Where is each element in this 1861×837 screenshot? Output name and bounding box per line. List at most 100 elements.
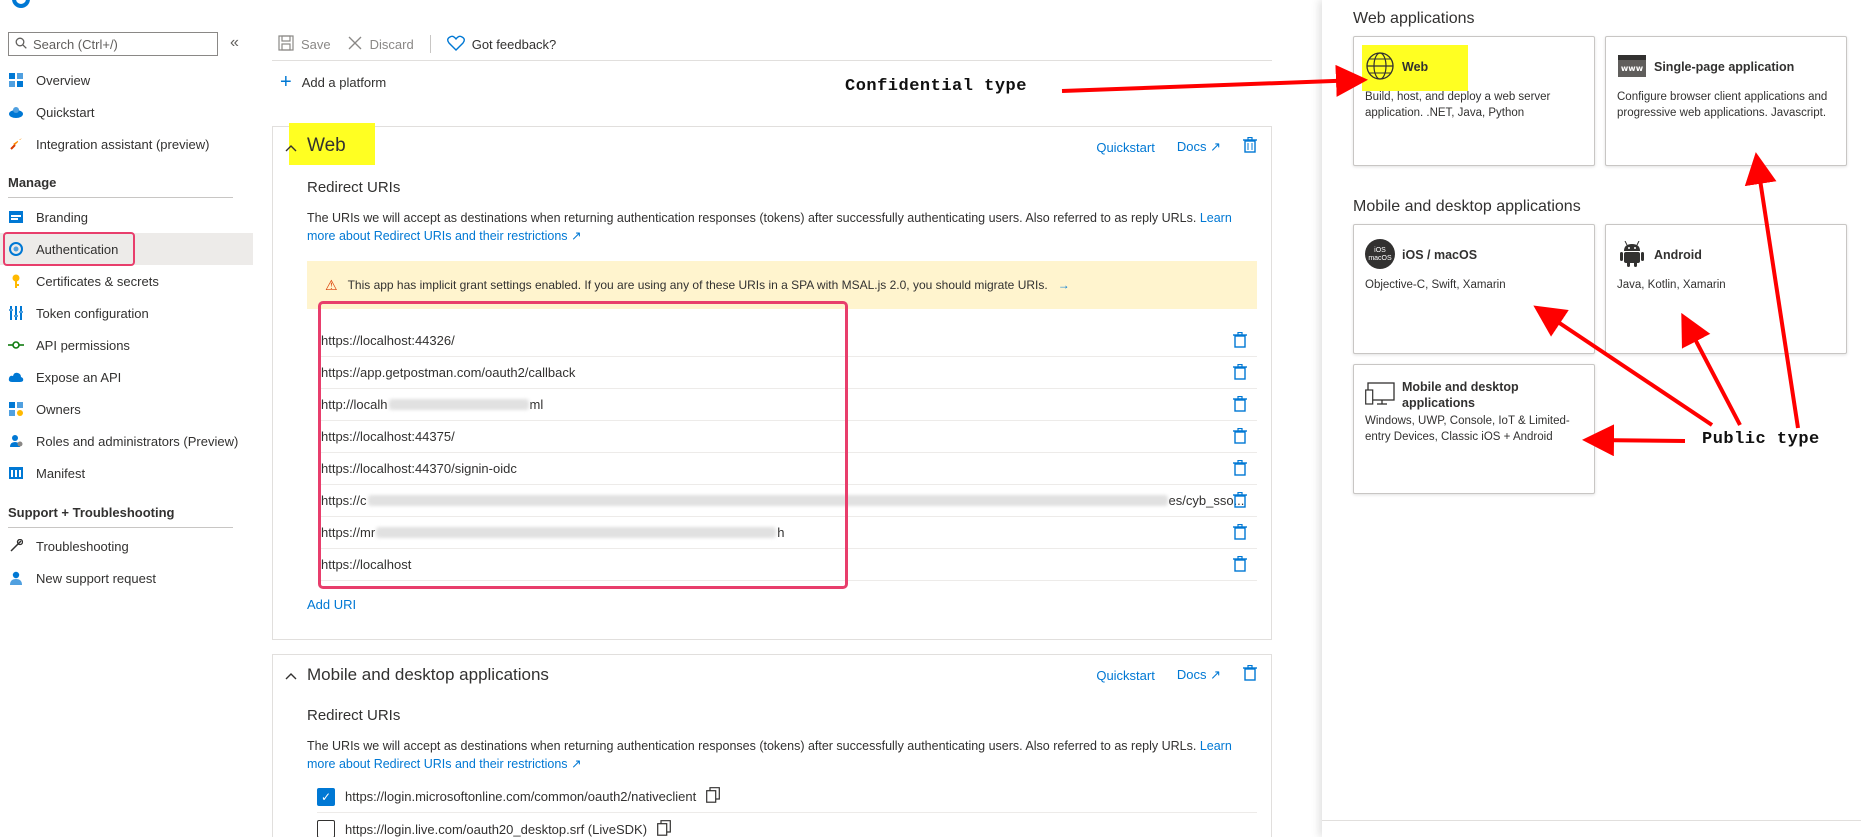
web-redirect-uris-title: Redirect URIs bbox=[307, 179, 401, 196]
platform-card-android[interactable]: Android Java, Kotlin, Xamarin bbox=[1605, 224, 1847, 354]
support-person-icon bbox=[8, 570, 24, 586]
platform-description: Windows, UWP, Console, IoT & Limited-ent… bbox=[1365, 415, 1570, 443]
permissions-icon bbox=[8, 337, 24, 353]
key-icon bbox=[8, 273, 24, 289]
sidebar-item-roles-administrators[interactable]: Roles and administrators (Preview) bbox=[0, 425, 253, 457]
feedback-label: Got feedback? bbox=[471, 36, 557, 52]
platform-card-ios-macos[interactable]: iOS macOS iOS / macOS Objective-C, Swift… bbox=[1353, 224, 1595, 354]
cloud-icon bbox=[8, 369, 24, 385]
rocket-icon bbox=[8, 136, 24, 152]
sidebar-item-label: Quickstart bbox=[36, 104, 95, 120]
wrench-icon bbox=[8, 538, 24, 554]
delete-uri-icon[interactable] bbox=[1233, 555, 1247, 576]
web-quickstart-link[interactable]: Quickstart bbox=[1096, 140, 1155, 155]
suggested-uri-row[interactable]: https://login.live.com/oauth20_desktop.s… bbox=[317, 813, 1257, 837]
plus-icon: + bbox=[280, 71, 292, 93]
delete-uri-icon[interactable] bbox=[1233, 491, 1247, 512]
collapse-nav-icon[interactable]: « bbox=[230, 34, 239, 52]
checkbox-unchecked[interactable] bbox=[317, 820, 335, 837]
mobile-desktop-heading: Mobile and desktop applications bbox=[1353, 198, 1581, 215]
discard-icon bbox=[347, 35, 363, 54]
save-button[interactable]: Save bbox=[278, 34, 331, 54]
sidebar-item-expose-an-api[interactable]: Expose an API bbox=[0, 361, 253, 393]
platform-name: Single-page application bbox=[1654, 60, 1795, 74]
toolbar-divider bbox=[272, 60, 1272, 61]
quickstart-icon bbox=[8, 104, 24, 120]
sidebar-item-manifest[interactable]: Manifest bbox=[0, 457, 253, 489]
owners-icon bbox=[8, 401, 24, 417]
delete-uri-icon[interactable] bbox=[1233, 363, 1247, 384]
sidebar-item-token-configuration[interactable]: Token configuration bbox=[0, 297, 253, 329]
sidebar-item-label: Expose an API bbox=[36, 369, 122, 385]
external-link-icon: ↗ bbox=[1210, 667, 1221, 682]
sidebar-item-certificates[interactable]: Certificates & secrets bbox=[0, 265, 253, 297]
delete-uri-icon[interactable] bbox=[1233, 331, 1247, 352]
warning-text: This app has implicit grant settings ena… bbox=[347, 278, 1048, 292]
save-icon bbox=[278, 34, 294, 54]
mobile-docs-link[interactable]: Docs ↗ bbox=[1177, 667, 1221, 683]
uri-text: https://login.live.com/oauth20_desktop.s… bbox=[345, 821, 648, 837]
chevron-up-icon[interactable] bbox=[285, 139, 297, 156]
flyout-footer-divider bbox=[1322, 820, 1861, 821]
add-platform-button[interactable]: + Add a platform bbox=[280, 71, 386, 93]
delete-platform-icon[interactable] bbox=[1243, 664, 1257, 685]
arrow-right-icon[interactable]: → bbox=[1058, 278, 1070, 292]
delete-uri-icon[interactable] bbox=[1233, 427, 1247, 448]
chevron-up-icon[interactable] bbox=[285, 667, 297, 684]
sidebar-item-label: API permissions bbox=[36, 337, 130, 353]
add-uri-link[interactable]: Add URI bbox=[307, 597, 356, 612]
svg-text:www: www bbox=[1621, 64, 1644, 73]
www-icon: www bbox=[1617, 51, 1647, 81]
sidebar-item-label: Token configuration bbox=[36, 305, 149, 321]
sidebar-item-api-permissions[interactable]: API permissions bbox=[0, 329, 253, 361]
sidebar-item-label: Owners bbox=[36, 401, 81, 417]
sidebar-item-branding[interactable]: Branding bbox=[0, 201, 253, 233]
delete-platform-icon[interactable] bbox=[1243, 136, 1257, 157]
description-text: The URIs we will accept as destinations … bbox=[307, 211, 1197, 225]
overview-icon bbox=[8, 72, 24, 88]
description-text: The URIs we will accept as destinations … bbox=[307, 739, 1197, 753]
suggested-uri-row[interactable]: ✓ https://login.microsoftonline.com/comm… bbox=[317, 781, 1257, 813]
copy-icon[interactable] bbox=[706, 787, 721, 806]
discard-label: Discard bbox=[369, 36, 414, 52]
discard-button[interactable]: Discard bbox=[347, 35, 414, 54]
sidebar-item-quickstart[interactable]: Quickstart bbox=[0, 96, 253, 128]
feedback-button[interactable]: Got feedback? bbox=[446, 35, 557, 54]
roles-icon bbox=[8, 433, 24, 449]
checkbox-checked[interactable]: ✓ bbox=[317, 787, 335, 806]
sidebar-item-troubleshooting[interactable]: Troubleshooting bbox=[0, 530, 253, 562]
sidebar-item-overview[interactable]: Overview bbox=[0, 64, 253, 96]
sidebar-item-new-support-request[interactable]: New support request bbox=[0, 562, 253, 594]
delete-uri-icon[interactable] bbox=[1233, 459, 1247, 480]
sidebar-item-label: Integration assistant (preview) bbox=[36, 136, 210, 152]
platform-card-spa[interactable]: www Single-page application Configure br… bbox=[1605, 36, 1847, 166]
platform-card-web[interactable]: Web Build, host, and deploy a web server… bbox=[1353, 36, 1595, 166]
sidebar-item-owners[interactable]: Owners bbox=[0, 393, 253, 425]
search-input[interactable]: Search (Ctrl+/) bbox=[8, 32, 218, 56]
nav-divider bbox=[8, 197, 233, 198]
sidebar-item-label: Troubleshooting bbox=[36, 538, 129, 554]
web-card-header: Web Quickstart Docs ↗ bbox=[273, 123, 1271, 167]
sidebar-item-label: Manifest bbox=[36, 465, 86, 481]
search-placeholder: Search (Ctrl+/) bbox=[33, 36, 118, 52]
heart-icon bbox=[446, 35, 465, 54]
delete-uri-icon[interactable] bbox=[1233, 395, 1247, 416]
mobile-quickstart-link[interactable]: Quickstart bbox=[1096, 668, 1155, 683]
copy-icon[interactable] bbox=[657, 819, 671, 837]
mobile-redirect-uris-title: Redirect URIs bbox=[307, 707, 401, 724]
platform-description: Build, host, and deploy a web server app… bbox=[1365, 91, 1551, 119]
web-redirect-description: The URIs we will accept as destinations … bbox=[307, 209, 1257, 245]
sidebar-item-integration-assistant[interactable]: Integration assistant (preview) bbox=[0, 128, 253, 160]
mobile-redirect-description: The URIs we will accept as destinations … bbox=[307, 737, 1257, 773]
sidebar-item-label: Roles and administrators (Preview) bbox=[36, 433, 239, 449]
configure-platforms-flyout: Web applications Web Build, host, and de… bbox=[1322, 0, 1861, 837]
nav-divider bbox=[8, 527, 233, 528]
command-bar: Save Discard Got feedback? bbox=[278, 28, 556, 60]
delete-uri-icon[interactable] bbox=[1233, 523, 1247, 544]
support-heading: Support + Troubleshooting bbox=[8, 505, 175, 520]
platform-card-mobile-desktop[interactable]: Mobile and desktop applications Windows,… bbox=[1353, 364, 1595, 494]
save-label: Save bbox=[301, 36, 331, 52]
desktop-icon bbox=[1365, 379, 1395, 409]
android-icon bbox=[1617, 239, 1647, 269]
web-docs-link[interactable]: Docs ↗ bbox=[1177, 139, 1221, 155]
